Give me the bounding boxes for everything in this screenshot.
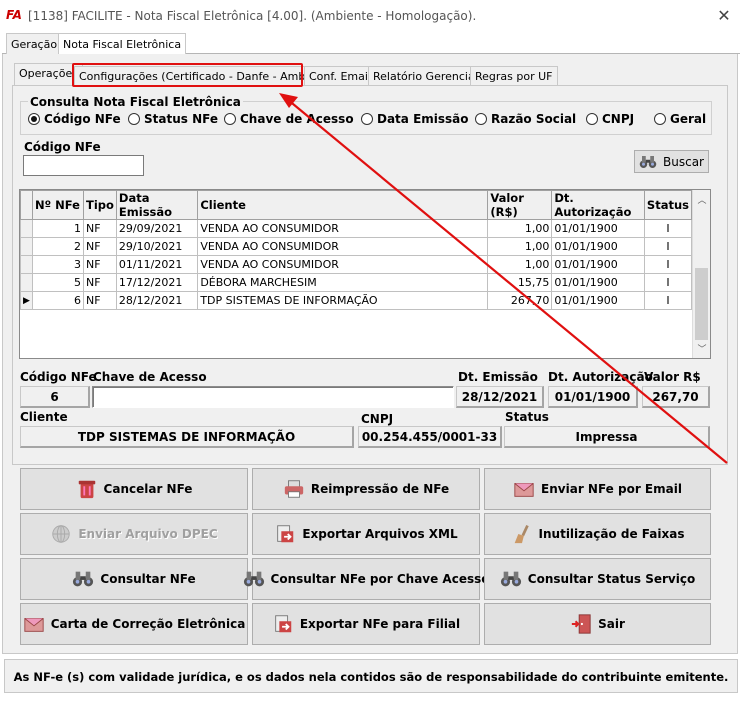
annotation-arrow-icon — [279, 93, 728, 464]
